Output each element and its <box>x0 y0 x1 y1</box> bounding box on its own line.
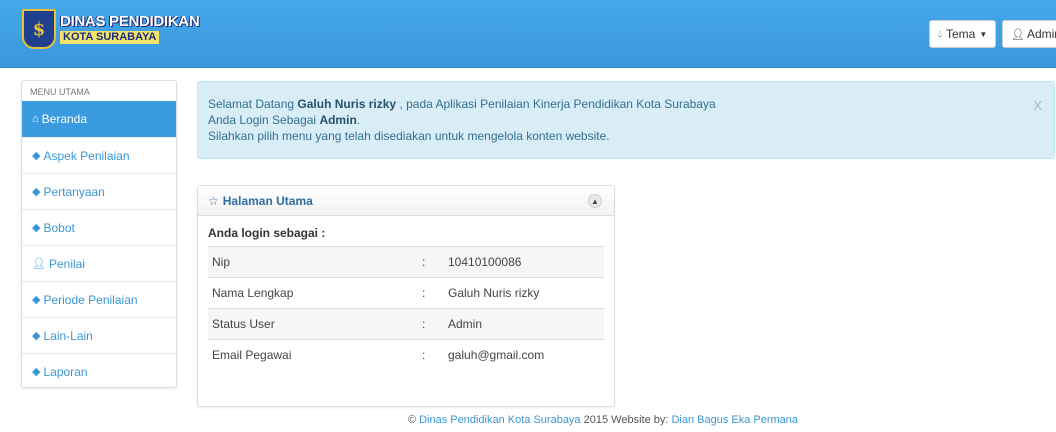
panel-header: ☆ Halaman Utama <box>198 186 614 216</box>
footer-author-link[interactable]: Dian Bagus Eka Permana <box>671 414 798 426</box>
tint-icon: 💧︎ <box>938 28 942 40</box>
table-row: Status User : Admin <box>208 308 604 340</box>
status-value: Admin <box>448 317 483 331</box>
sidebar-item-periode-penilaian[interactable]: ◆ Periode Penilaian <box>22 281 176 317</box>
page-footer: © Dinas Pendidikan Kota Surabaya 2015 We… <box>407 414 799 426</box>
admin-dropdown-button[interactable]: 👤︎ Admin ▼ <box>1002 20 1056 48</box>
user-info-table: Nip : 10410100086 Nama Lengkap : Galuh N… <box>208 246 604 371</box>
footer-org-link[interactable]: Dinas Pendidikan Kota Surabaya <box>419 414 580 426</box>
tags-icon: ◆ <box>32 186 41 198</box>
surabaya-emblem-icon: $ <box>22 9 56 49</box>
instruction-line: Silahkan pilih menu yang telah disediaka… <box>208 129 610 143</box>
user-icon: 👤︎ <box>32 258 46 270</box>
sidebar-heading: MENU UTAMA <box>30 87 90 97</box>
sidebar-item-pertanyaan[interactable]: ◆ Pertanyaan <box>22 173 176 209</box>
collapse-panel-button[interactable]: ▲ <box>588 194 602 208</box>
close-alert-button[interactable]: X <box>1033 98 1042 114</box>
chevron-up-icon: ▲ <box>591 196 599 206</box>
sidebar-item-lain-lain[interactable]: ◆ Lain-Lain <box>22 317 176 353</box>
sidebar-item-laporan[interactable]: ◆ Laporan <box>22 353 176 389</box>
theme-button-label: Tema <box>946 27 976 41</box>
caret-down-icon: ▼ <box>979 29 988 39</box>
logo-title: DINAS PENDIDIKAN <box>60 13 200 30</box>
table-row: Email Pegawai : galuh@gmail.com <box>208 339 604 371</box>
welcome-alert: Selamat Datang Galuh Nuris rizky , pada … <box>197 81 1055 159</box>
tags-icon: ◆ <box>32 330 41 342</box>
logo-subtitle: KOTA SURABAYA <box>60 31 160 44</box>
sidebar-item-penilai[interactable]: 👤︎ Penilai <box>22 245 176 281</box>
sidebar-item-bobot[interactable]: ◆ Bobot <box>22 209 176 245</box>
login-role-line: Anda Login Sebagai Admin. <box>208 113 361 127</box>
tags-icon: ◆ <box>32 366 41 378</box>
login-role: Admin <box>319 113 357 127</box>
sidebar-menu: MENU UTAMA ⌂ Beranda ◆ Aspek Penilaian ◆… <box>21 80 177 388</box>
logo[interactable]: $ DINAS PENDIDIKAN KOTA SURABAYA <box>22 9 200 49</box>
sidebar-item-beranda[interactable]: ⌂ Beranda <box>22 101 176 137</box>
tags-icon: ◆ <box>32 150 41 162</box>
welcome-line: Selamat Datang Galuh Nuris rizky , pada … <box>208 97 716 111</box>
admin-button-label: Admin <box>1026 27 1056 41</box>
welcome-user-name: Galuh Nuris rizky <box>297 97 397 111</box>
full-name-value: Galuh Nuris rizky <box>448 286 540 300</box>
top-navbar: $ DINAS PENDIDIKAN KOTA SURABAYA 💧︎ Tema… <box>0 0 1056 68</box>
table-row: Nama Lengkap : Galuh Nuris rizky <box>208 277 604 309</box>
email-value: galuh@gmail.com <box>448 348 545 363</box>
star-icon: ☆ <box>208 193 219 208</box>
home-icon: ⌂ <box>32 113 39 125</box>
nip-value: 10410100086 <box>448 255 522 269</box>
sidebar-item-aspek-penilaian[interactable]: ◆ Aspek Penilaian <box>22 137 176 173</box>
tags-icon: ◆ <box>32 294 41 306</box>
tags-icon: ◆ <box>32 222 41 234</box>
user-icon: 👤︎ <box>1011 28 1025 41</box>
main-panel: ☆ Halaman Utama ▲ Anda login sebagai : N… <box>197 185 615 407</box>
table-row: Nip : 10410100086 <box>208 246 604 278</box>
theme-dropdown-button[interactable]: 💧︎ Tema ▼ <box>929 20 997 48</box>
panel-title: Halaman Utama <box>222 193 313 208</box>
login-as-heading: Anda login sebagai : <box>208 226 326 240</box>
